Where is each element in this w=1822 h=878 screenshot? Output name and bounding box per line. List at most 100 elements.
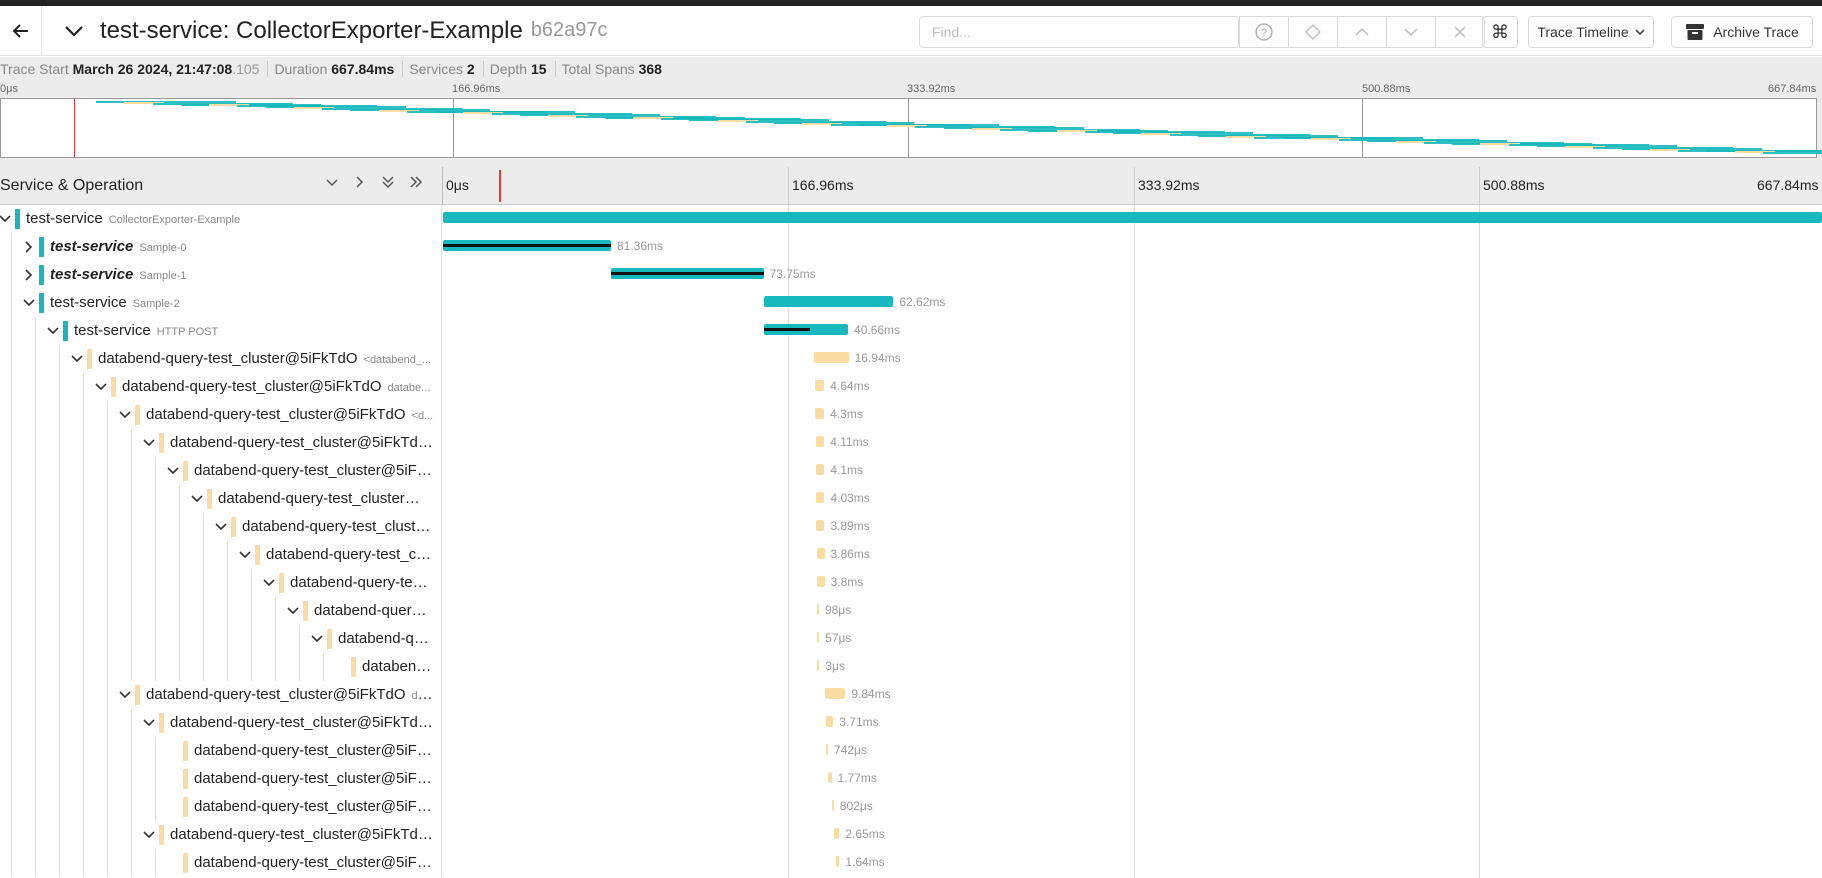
collapse-span-button[interactable] — [93, 379, 109, 395]
span-bar[interactable] — [815, 464, 825, 475]
span-bar[interactable] — [833, 828, 840, 839]
span-bar[interactable] — [816, 492, 825, 503]
span-label[interactable]: databend-query-test_cluster@5iFk... — [194, 798, 434, 815]
collapse-all-button[interactable] — [378, 175, 398, 193]
span-label[interactable]: databend-query-test... — [290, 574, 434, 591]
span-row[interactable]: databend-query-test_cluster@5iFkTdO <data… — [0, 345, 1822, 373]
span-row[interactable]: databend-qu... 57μs — [0, 625, 1822, 653]
clear-find-button[interactable] — [1435, 17, 1484, 47]
collapse-span-button[interactable] — [285, 603, 301, 619]
collapse-span-button[interactable] — [309, 631, 325, 647]
span-label[interactable]: test-service Sample-1 — [50, 266, 186, 283]
collapse-span-button[interactable] — [213, 519, 229, 535]
minimap-cursor[interactable] — [74, 99, 75, 157]
span-bar[interactable] — [816, 520, 825, 531]
span-row[interactable]: test-service Sample-1 73.75ms — [0, 261, 1822, 289]
span-label[interactable]: databend-query-test_cluster@5iFk... — [194, 770, 434, 787]
expand-all-button[interactable] — [406, 175, 426, 193]
collapse-span-button[interactable] — [45, 323, 61, 339]
archive-trace-button[interactable]: Archive Trace — [1671, 16, 1813, 48]
span-label[interactable]: databend-query-test_cluste... — [242, 518, 434, 535]
span-label[interactable]: databend-query-test_clu... — [266, 546, 434, 563]
span-label[interactable]: test-service Sample-0 — [50, 238, 186, 255]
span-bar[interactable] — [816, 548, 825, 559]
locate-button[interactable] — [1288, 17, 1337, 47]
span-row[interactable]: databend-query-test_cluster@5... 4.03ms — [0, 485, 1822, 513]
span-row[interactable]: databend-query-test... 3.8ms — [0, 569, 1822, 597]
span-row[interactable]: databend-query-test_cluster@5iFkTdO... 4.… — [0, 429, 1822, 457]
collapse-span-button[interactable] — [165, 463, 181, 479]
span-row[interactable]: databend-query-... 98μs — [0, 597, 1822, 625]
expand-span-button[interactable] — [21, 267, 37, 283]
span-row[interactable]: databend-query-test_cluster@5iFkTdO datab… — [0, 373, 1822, 401]
span-row[interactable]: databend... 3μs — [0, 653, 1822, 681]
trace-minimap[interactable] — [0, 98, 1822, 158]
collapse-header-button[interactable] — [54, 6, 94, 56]
collapse-span-button[interactable] — [0, 211, 13, 227]
span-bar[interactable] — [817, 660, 820, 671]
span-row[interactable]: databend-query-test_cluste... 3.89ms — [0, 513, 1822, 541]
span-label[interactable]: test-service HTTP POST — [74, 322, 218, 339]
span-bar[interactable] — [443, 240, 611, 251]
span-bar[interactable] — [764, 296, 894, 307]
span-label[interactable]: databend-qu... — [338, 630, 434, 647]
span-bar[interactable] — [827, 772, 832, 783]
collapse-span-button[interactable] — [237, 547, 253, 563]
span-bar[interactable] — [817, 632, 820, 643]
span-label[interactable]: databend-query-test_cluster@5iFkTdO datab… — [122, 378, 430, 395]
span-label[interactable]: databend-query-test_cluster@5iFk... — [194, 462, 434, 479]
span-bar[interactable] — [815, 436, 825, 447]
span-label[interactable]: databend-query-test_cluster@5iFkTdO... — [170, 714, 434, 731]
span-row[interactable]: databend-query-test_cluster@5iFkTdO... 2.… — [0, 821, 1822, 849]
span-label[interactable]: databend-query-test_cluster@5iFkTdO <d... — [146, 406, 433, 423]
span-row[interactable]: databend-query-test_cluster@5iFk... 1.64m… — [0, 849, 1822, 877]
collapse-span-button[interactable] — [141, 827, 157, 843]
span-bar[interactable] — [815, 408, 825, 419]
collapse-one-button[interactable] — [322, 175, 342, 193]
collapse-span-button[interactable] — [117, 407, 133, 423]
span-label[interactable]: databend... — [362, 658, 434, 675]
span-bar[interactable] — [443, 212, 1822, 223]
view-select[interactable]: Trace Timeline — [1528, 16, 1654, 48]
expand-one-button[interactable] — [350, 175, 370, 193]
span-label[interactable]: databend-query-... — [314, 602, 434, 619]
collapse-span-button[interactable] — [21, 295, 37, 311]
column-resizer[interactable] — [442, 167, 443, 205]
collapse-span-button[interactable] — [69, 351, 85, 367]
span-row[interactable]: test-service CollectorExporter-Example — [0, 205, 1822, 233]
span-bar[interactable] — [814, 380, 825, 391]
span-label[interactable]: databend-query-test_cluster@5iFk... — [194, 742, 434, 759]
span-label[interactable]: databend-query-test_cluster@5iFkTdO... — [170, 434, 434, 451]
span-bar[interactable] — [764, 324, 849, 335]
collapse-span-button[interactable] — [117, 687, 133, 703]
span-bar[interactable] — [826, 744, 829, 755]
span-row[interactable]: databend-query-test_cluster@5iFk... 4.1ms — [0, 457, 1822, 485]
collapse-span-button[interactable] — [189, 491, 205, 507]
span-row[interactable]: databend-query-test_cluster@5iFkTdO... 3.… — [0, 709, 1822, 737]
collapse-span-button[interactable] — [141, 435, 157, 451]
timeline-cursor[interactable] — [499, 170, 501, 202]
span-row[interactable]: test-service Sample-0 81.36ms — [0, 233, 1822, 261]
span-label[interactable]: databend-query-test_cluster@5iFkTdO... — [170, 826, 434, 843]
find-input[interactable] — [919, 16, 1239, 48]
help-button[interactable]: ? — [1239, 17, 1288, 47]
span-bar[interactable] — [825, 688, 846, 699]
collapse-span-button[interactable] — [261, 575, 277, 591]
span-bar[interactable] — [831, 800, 834, 811]
expand-span-button[interactable] — [21, 239, 37, 255]
collapse-span-button[interactable] — [141, 715, 157, 731]
span-row[interactable]: databend-query-test_cluster@5iFkTdO dat..… — [0, 681, 1822, 709]
span-bar[interactable] — [816, 576, 825, 587]
span-label[interactable]: test-service CollectorExporter-Example — [26, 210, 240, 227]
prev-match-button[interactable] — [1337, 17, 1386, 47]
span-label[interactable]: test-service Sample-2 — [50, 294, 180, 311]
span-row[interactable]: databend-query-test_cluster@5iFk... 742μs — [0, 737, 1822, 765]
span-row[interactable]: databend-query-test_cluster@5iFk... 1.77m… — [0, 765, 1822, 793]
span-row[interactable]: databend-query-test_cluster@5iFkTdO <d...… — [0, 401, 1822, 429]
span-bar[interactable] — [816, 604, 819, 615]
span-label[interactable]: databend-query-test_cluster@5... — [218, 490, 434, 507]
span-bar[interactable] — [835, 856, 840, 867]
span-row[interactable]: test-service HTTP POST 40.66ms — [0, 317, 1822, 345]
span-label[interactable]: databend-query-test_cluster@5iFkTdO <data… — [98, 350, 431, 367]
span-bar[interactable] — [813, 352, 849, 363]
